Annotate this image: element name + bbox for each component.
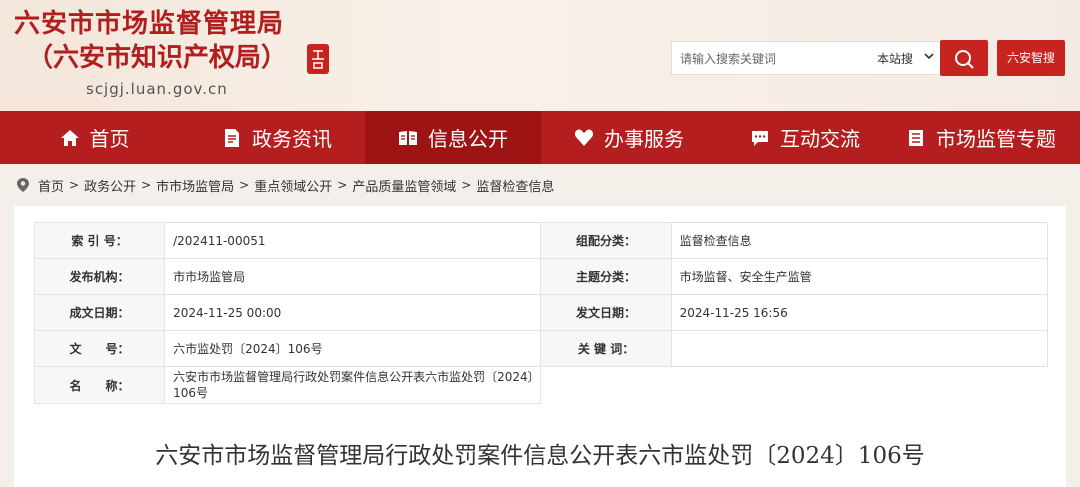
breadcrumb-item[interactable]: 政务公开 bbox=[84, 176, 136, 195]
nav-item-label: 市场监管专题 bbox=[936, 127, 1056, 151]
created-date-label: 成文日期： bbox=[33, 294, 166, 331]
nav-item-services[interactable]: 办事服务 bbox=[541, 111, 717, 164]
category-value: 监督检查信息 bbox=[670, 222, 1049, 259]
nav-item-home[interactable]: 首页 bbox=[0, 111, 189, 164]
keywords-label: 关 键 词： bbox=[540, 330, 672, 367]
doc-number-label: 文 号： bbox=[33, 330, 166, 367]
nav-item-interaction[interactable]: 互动交流 bbox=[717, 111, 893, 164]
topic-value: 市场监督、安全生产监管 bbox=[670, 258, 1049, 295]
table-row: 成文日期： 2024-11-25 00:00 发文日期： 2024-11-25 … bbox=[33, 294, 1049, 331]
breadcrumb-item[interactable]: 首页 bbox=[38, 176, 64, 195]
doc-name-label: 名 称： bbox=[33, 366, 166, 404]
breadcrumb-item[interactable]: 监督检查信息 bbox=[476, 176, 554, 195]
breadcrumb-separator: > bbox=[239, 178, 250, 192]
site-title[interactable]: 六安市市场监督管理局 bbox=[14, 8, 284, 40]
doc-number-value: 六市监处罚〔2024〕106号 bbox=[164, 330, 542, 367]
document-meta-table: 索 引 号： /202411-00051 组配分类： 监督检查信息 发布机构： … bbox=[33, 222, 1049, 404]
nav-item-market-topics[interactable]: 市场监管专题 bbox=[893, 111, 1069, 164]
nav-item-label: 互动交流 bbox=[780, 127, 860, 151]
breadcrumb-item[interactable]: 市市场监管局 bbox=[156, 176, 234, 195]
topic-label: 主题分类： bbox=[540, 258, 672, 295]
search-icon bbox=[955, 50, 974, 69]
seal-logo-icon bbox=[307, 44, 329, 74]
breadcrumb-separator: > bbox=[69, 178, 80, 192]
nav-item-label: 办事服务 bbox=[604, 127, 684, 151]
table-row: 文 号： 六市监处罚〔2024〕106号 关 键 词： bbox=[33, 330, 1049, 367]
search-input[interactable] bbox=[680, 49, 860, 69]
article-title: 六安市市场监督管理局行政处罚案件信息公开表六市监处罚〔2024〕106号 bbox=[155, 443, 925, 469]
smart-search-button[interactable]: 六安智搜 bbox=[997, 40, 1065, 76]
index-value: /202411-00051 bbox=[164, 222, 542, 259]
index-label: 索 引 号： bbox=[33, 222, 166, 259]
site-domain: scjgj.luan.gov.cn bbox=[86, 80, 228, 98]
empty-cell bbox=[540, 366, 672, 404]
breadcrumb-item[interactable]: 重点领域公开 bbox=[254, 176, 332, 195]
table-row: 索 引 号： /202411-00051 组配分类： 监督检查信息 bbox=[33, 222, 1049, 259]
table-row: 发布机构： 市市场监管局 主题分类： 市场监督、安全生产监管 bbox=[33, 258, 1049, 295]
issued-date-value: 2024-11-25 16:56 bbox=[670, 294, 1049, 331]
document-icon bbox=[225, 128, 239, 147]
category-label: 组配分类： bbox=[540, 222, 672, 259]
publisher-value: 市市场监管局 bbox=[164, 258, 542, 295]
seal-glyph-icon bbox=[312, 50, 324, 69]
breadcrumb-item[interactable]: 产品质量监管领域 bbox=[352, 176, 456, 195]
keywords-value bbox=[670, 330, 1049, 367]
home-icon bbox=[60, 129, 79, 146]
main-nav: 首页 政务资讯 信息公开 办事服务 互动交流 市场监管专题 bbox=[0, 111, 1080, 164]
issued-date-label: 发文日期： bbox=[540, 294, 672, 331]
site-subtitle[interactable]: （六安市知识产权局） bbox=[27, 42, 287, 74]
doc-name-value: 六安市市场监督管理局行政处罚案件信息公开表六市监处罚〔2024〕106号 bbox=[164, 366, 542, 404]
search-button[interactable] bbox=[940, 40, 988, 76]
breadcrumb-separator: > bbox=[141, 178, 152, 192]
site-header: 六安市市场监督管理局 （六安市知识产权局） scjgj.luan.gov.cn … bbox=[0, 0, 1080, 111]
empty-cell bbox=[671, 366, 1048, 404]
nav-item-label: 信息公开 bbox=[428, 127, 508, 151]
nav-item-label: 政务资讯 bbox=[252, 127, 332, 151]
publisher-label: 发布机构： bbox=[33, 258, 166, 295]
chevron-down-icon[interactable] bbox=[924, 51, 934, 61]
location-pin-icon bbox=[17, 178, 29, 192]
open-book-icon bbox=[399, 130, 417, 145]
chat-icon bbox=[752, 130, 768, 146]
bookmark-icon bbox=[909, 129, 923, 146]
content-card: 索 引 号： /202411-00051 组配分类： 监督检查信息 发布机构： … bbox=[14, 206, 1066, 487]
nav-item-info-open[interactable]: 信息公开 bbox=[365, 111, 541, 164]
breadcrumb-separator: > bbox=[461, 178, 472, 192]
search-box: 本站搜 bbox=[671, 41, 941, 75]
created-date-value: 2024-11-25 00:00 bbox=[164, 294, 542, 331]
breadcrumb: 首页 > 政务公开 > 市市场监管局 > 重点领域公开 > 产品质量监管领域 >… bbox=[16, 174, 554, 196]
table-row: 名 称： 六安市市场监督管理局行政处罚案件信息公开表六市监处罚〔2024〕106… bbox=[33, 366, 1048, 404]
nav-item-label: 首页 bbox=[89, 127, 130, 151]
nav-item-news[interactable]: 政务资讯 bbox=[189, 111, 365, 164]
heart-icon bbox=[574, 129, 594, 146]
breadcrumb-separator: > bbox=[337, 178, 348, 192]
search-scope-select[interactable]: 本站搜 bbox=[877, 50, 913, 67]
